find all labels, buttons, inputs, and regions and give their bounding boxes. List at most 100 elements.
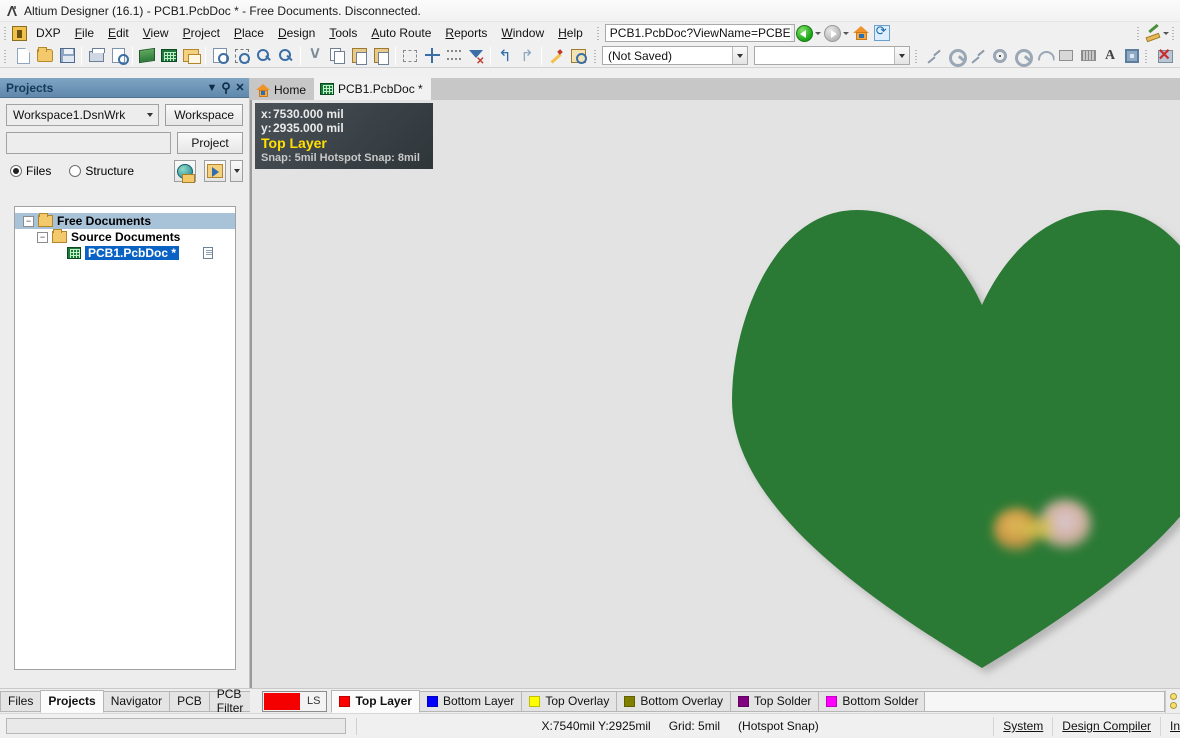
menubar-grip[interactable] bbox=[3, 25, 9, 41]
open-project-icon[interactable] bbox=[204, 160, 226, 182]
clear-filter-icon[interactable] bbox=[465, 45, 487, 67]
print-icon[interactable] bbox=[85, 45, 107, 67]
status-button-system[interactable]: System bbox=[993, 716, 1052, 736]
refresh-icon[interactable] bbox=[873, 23, 890, 41]
panel-tab-pcb[interactable]: PCB bbox=[169, 690, 210, 712]
align-icon[interactable] bbox=[443, 45, 465, 67]
radio-files[interactable] bbox=[10, 165, 22, 177]
menu-item-window[interactable]: Window bbox=[494, 23, 551, 43]
menu-item-auto-route[interactable]: Auto Route bbox=[364, 23, 438, 43]
home-icon[interactable] bbox=[852, 25, 870, 41]
panel-tab-files[interactable]: Files bbox=[0, 690, 42, 712]
scroll-up-icon[interactable] bbox=[1169, 693, 1177, 700]
dxp-icon[interactable] bbox=[12, 25, 27, 41]
rule-combo[interactable] bbox=[754, 46, 910, 65]
zoom-filter-icon[interactable] bbox=[275, 45, 297, 67]
menu-item-view[interactable]: View bbox=[136, 23, 176, 43]
inspector-icon[interactable] bbox=[567, 45, 589, 67]
place-polygon-icon[interactable] bbox=[1077, 45, 1099, 67]
place-toolbar-grip[interactable] bbox=[914, 47, 920, 64]
menu-item-reports[interactable]: Reports bbox=[438, 23, 494, 43]
redo-icon[interactable]: ↱ bbox=[516, 45, 538, 67]
forward-arrow-icon[interactable] bbox=[823, 24, 841, 42]
place-interactive-route-icon[interactable] bbox=[945, 45, 967, 67]
new-document-icon[interactable] bbox=[12, 45, 34, 67]
undo-icon[interactable]: ↰ bbox=[494, 45, 516, 67]
command-input[interactable] bbox=[6, 718, 346, 734]
saved-state-dropdown-icon[interactable] bbox=[732, 47, 747, 64]
place-track-icon[interactable] bbox=[923, 45, 945, 67]
workspace-combo[interactable]: Workspace1.DsnWrk bbox=[6, 104, 160, 126]
saved-state-combo[interactable]: (Not Saved) bbox=[602, 46, 748, 65]
panel-tab-pcb-filter[interactable]: PCB Filter bbox=[208, 687, 252, 715]
menu-item-file[interactable]: File bbox=[68, 23, 101, 43]
paste-special-icon[interactable] bbox=[370, 45, 392, 67]
tab-pcb1-pcbdoc[interactable]: PCB1.PcbDoc * bbox=[314, 78, 431, 100]
ruler-toolbar-grip[interactable] bbox=[1136, 25, 1142, 41]
menu-item-place[interactable]: Place bbox=[227, 23, 271, 43]
rubber-band-select-icon[interactable] bbox=[399, 45, 421, 67]
status-button-design-compiler[interactable]: Design Compiler bbox=[1052, 716, 1160, 736]
expand-icon[interactable]: − bbox=[23, 215, 34, 227]
zoom-document-icon[interactable] bbox=[209, 45, 231, 67]
project-button[interactable]: Project bbox=[177, 132, 243, 154]
globe-folder-icon[interactable] bbox=[174, 160, 196, 183]
menu-item-dxp[interactable]: DXP bbox=[29, 23, 68, 43]
layer-tab-bottom-layer[interactable]: Bottom Layer bbox=[418, 690, 523, 712]
panel-tab-navigator[interactable]: Navigator bbox=[102, 690, 171, 712]
layer-tab-bottom-overlay[interactable]: Bottom Overlay bbox=[616, 690, 732, 712]
scroll-down-icon[interactable] bbox=[1169, 702, 1177, 709]
pin-icon[interactable]: ⚲ bbox=[219, 80, 233, 96]
saved-combo-grip[interactable] bbox=[593, 47, 599, 64]
right-edge-grip[interactable] bbox=[1171, 25, 1177, 41]
pcb-canvas[interactable]: x:7530.000 mil y:2935.000 mil Top Layer … bbox=[250, 100, 1180, 688]
workspace-dropdown-icon[interactable] bbox=[142, 105, 158, 125]
highlight-pencil-icon[interactable] bbox=[545, 45, 567, 67]
tree-node-pcb1-pcbdoc[interactable]: PCB1.PcbDoc * bbox=[15, 245, 235, 261]
forward-dropdown-icon[interactable] bbox=[842, 25, 851, 41]
open-document-icon[interactable] bbox=[34, 45, 56, 67]
tab-home[interactable]: Home bbox=[250, 80, 315, 100]
menu-item-design[interactable]: Design bbox=[271, 23, 322, 43]
address-bar[interactable]: PCB1.PcbDoc?ViewName=PCBE bbox=[604, 24, 795, 42]
rule-combo-dropdown-icon[interactable] bbox=[894, 47, 909, 64]
clear-all-icon[interactable] bbox=[1153, 45, 1175, 67]
place-component-icon[interactable] bbox=[1121, 45, 1143, 67]
layer-tab-top-overlay[interactable]: Top Overlay bbox=[521, 690, 618, 712]
place-pad-icon[interactable] bbox=[1011, 45, 1033, 67]
expand-icon[interactable]: − bbox=[37, 231, 48, 243]
menu-item-help[interactable]: Help bbox=[551, 23, 590, 43]
layer-tab-top-layer[interactable]: Top Layer bbox=[331, 689, 420, 713]
cut-icon[interactable] bbox=[304, 45, 326, 67]
place-string-icon[interactable]: A bbox=[1099, 45, 1121, 67]
place-via-icon[interactable] bbox=[989, 45, 1011, 67]
zoom-in-icon[interactable] bbox=[253, 45, 275, 67]
print-preview-icon[interactable] bbox=[107, 45, 129, 67]
workspace-button[interactable]: Workspace bbox=[165, 104, 243, 126]
chevron-down-icon[interactable]: ▼ bbox=[205, 80, 219, 96]
open-project-dropdown-icon[interactable] bbox=[230, 160, 243, 182]
close-icon[interactable]: ✕ bbox=[233, 80, 247, 96]
layer-tab-scroll-buttons[interactable] bbox=[1165, 689, 1180, 713]
back-arrow-icon[interactable] bbox=[795, 24, 813, 42]
layer-tab-bottom-solder[interactable]: Bottom Solder bbox=[818, 690, 927, 712]
status-button-instruments[interactable]: In bbox=[1160, 716, 1180, 736]
ruler-pencil-icon[interactable] bbox=[1145, 23, 1161, 42]
layer-sets-button[interactable]: LS bbox=[262, 690, 328, 712]
menu-item-project[interactable]: Project bbox=[176, 23, 227, 43]
copy-icon[interactable] bbox=[326, 45, 348, 67]
place-track2-icon[interactable] bbox=[967, 45, 989, 67]
ruler-dropdown-icon[interactable] bbox=[1161, 25, 1170, 41]
radio-structure[interactable] bbox=[69, 165, 82, 177]
save-document-icon[interactable] bbox=[56, 45, 78, 67]
project-combo[interactable] bbox=[6, 132, 171, 154]
zoom-area-icon[interactable] bbox=[231, 45, 253, 67]
layer-tab-top-solder[interactable]: Top Solder bbox=[730, 690, 820, 712]
panel-tab-projects[interactable]: Projects bbox=[40, 689, 104, 713]
toolbar-grip[interactable] bbox=[3, 47, 9, 64]
place-arc-icon[interactable] bbox=[1033, 45, 1055, 67]
back-dropdown-icon[interactable] bbox=[814, 25, 823, 41]
tree-node-free-documents[interactable]: − Free Documents bbox=[15, 213, 235, 229]
clear-toolbar-grip[interactable] bbox=[1144, 47, 1150, 64]
window-tile-icon[interactable] bbox=[180, 45, 202, 67]
